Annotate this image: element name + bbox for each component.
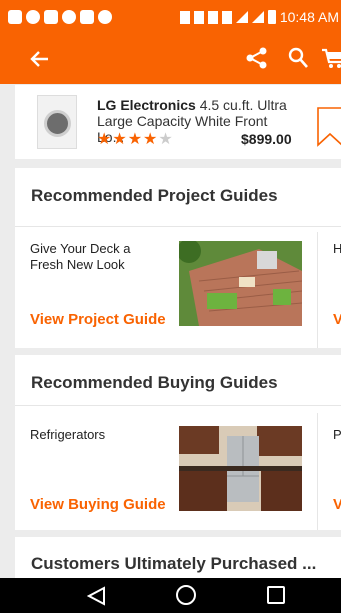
- alarm-icon: [221, 10, 232, 24]
- deck-image[interactable]: [179, 241, 302, 326]
- divider: [317, 232, 318, 348]
- status-bar: 10:48 AM: [0, 0, 341, 38]
- notification-icons: [8, 10, 112, 24]
- news-icon: [44, 10, 58, 24]
- message-icon: [80, 10, 94, 24]
- product-summary[interactable]: LG Electronics 4.5 cu.ft. Ultra Large Ca…: [15, 85, 341, 159]
- buying-guide-title[interactable]: Refrigerators: [30, 427, 154, 443]
- project-guides-card: Recommended Project Guides Give Your Dec…: [15, 168, 341, 348]
- wifi-icon: [235, 11, 248, 23]
- sync-icon: [207, 10, 218, 24]
- system-nav-bar: [0, 578, 341, 613]
- bookmark-icon[interactable]: [317, 107, 341, 152]
- half-star-icon: ★: [143, 131, 159, 148]
- project-guide-title-peek[interactable]: How to Build a Deck: [333, 241, 341, 257]
- chat-icon: [8, 10, 22, 24]
- product-brand: LG Electronics: [97, 97, 196, 113]
- status-time: 10:48 AM: [279, 9, 339, 25]
- refrigerator-image[interactable]: [179, 426, 302, 511]
- project-guides-heading: Recommended Project Guides: [31, 186, 278, 205]
- app-toolbar: [0, 38, 341, 84]
- customers-purchased-heading: Customers Ultimately Purchased ...: [31, 554, 317, 573]
- nav-recents-icon[interactable]: [267, 586, 285, 604]
- product-image: [37, 95, 77, 149]
- app-icon: [98, 10, 112, 24]
- vibrate-icon: [193, 10, 204, 24]
- nav-home-icon[interactable]: [176, 585, 196, 605]
- rating-stars: ★★★★★: [97, 129, 174, 149]
- messenger-icon: [62, 10, 76, 24]
- view-buying-guide-link-peek[interactable]: View Buying Guide: [333, 496, 341, 513]
- system-icons: 10:48 AM: [179, 9, 339, 25]
- signal-icon: [251, 11, 264, 23]
- divider: [15, 405, 341, 406]
- buying-guide-title-peek[interactable]: Patio Furniture Buying Guide: [333, 427, 341, 443]
- customers-purchased-card: Customers Ultimately Purchased ...: [15, 537, 341, 578]
- search-icon[interactable]: [287, 46, 309, 75]
- buying-guides-heading: Recommended Buying Guides: [31, 373, 278, 392]
- divider: [317, 413, 318, 530]
- location-icon: [179, 10, 190, 24]
- cart-icon[interactable]: [322, 46, 341, 75]
- view-buying-guide-link[interactable]: View Buying Guide: [30, 496, 166, 513]
- divider: [15, 226, 341, 227]
- app-icon: [26, 10, 40, 24]
- product-price: $899.00: [241, 131, 292, 147]
- empty-star-icon: ★: [158, 131, 174, 148]
- nav-back-icon[interactable]: [86, 586, 107, 611]
- buying-guides-card: Recommended Buying Guides Refrigerators …: [15, 355, 341, 530]
- view-project-guide-link-peek[interactable]: View Project Guide: [333, 311, 341, 328]
- share-icon[interactable]: [246, 47, 268, 74]
- battery-icon: [267, 10, 276, 24]
- view-project-guide-link[interactable]: View Project Guide: [30, 311, 166, 328]
- star-icon: ★★★: [97, 131, 144, 148]
- arrow-back-icon[interactable]: [30, 44, 50, 82]
- project-guide-title[interactable]: Give Your Deck a Fresh New Look: [30, 241, 154, 273]
